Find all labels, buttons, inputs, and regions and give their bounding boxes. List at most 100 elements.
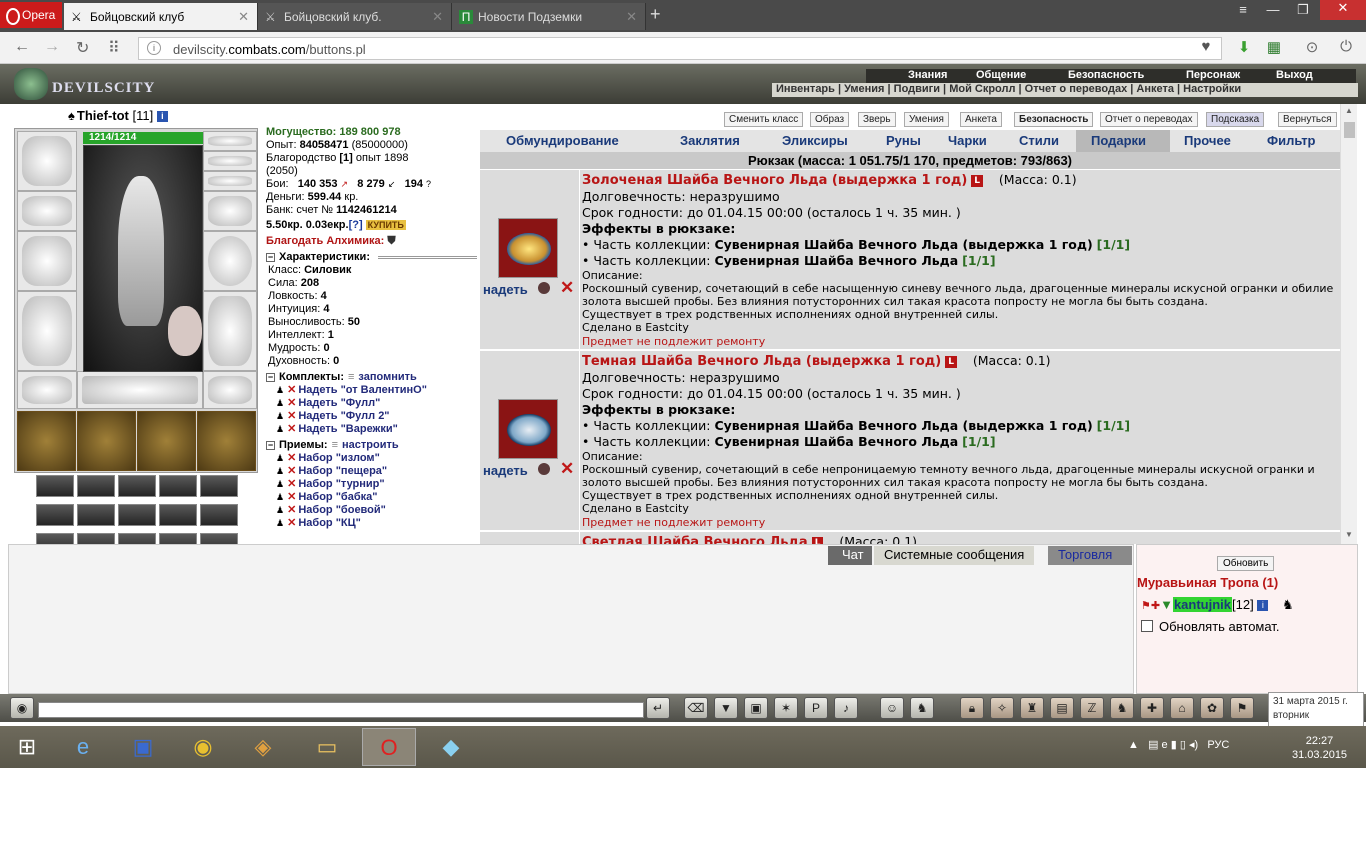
item-title[interactable]: Темная Шайба Вечного Льда (выдержка 1 го… [582,354,941,369]
close-icon[interactable]: ✕ [626,9,637,25]
set-item[interactable]: ♟ ✕ Надеть "Варежки" [276,423,481,436]
sets-header[interactable]: − Комплекты: ≡ запомнить [266,371,481,384]
item-title[interactable]: Светлая Шайба Вечного Льда [582,535,808,544]
trick-item[interactable]: ♟ ✕ Набор "турнир" [276,478,481,491]
house-icon[interactable]: ⌂ [1170,697,1194,719]
close-icon[interactable]: ✕ [238,9,249,25]
return-button[interactable]: Вернуться [1278,112,1337,127]
tab-gifts[interactable]: Подарки [1076,130,1170,152]
slot-runes[interactable] [77,371,203,409]
backpack-slot-4[interactable] [197,411,256,471]
backpack-slot-2[interactable] [77,411,136,471]
collapse-icon[interactable]: − [266,253,275,262]
item-image[interactable] [498,399,558,459]
security-button[interactable]: Безопасность [1014,112,1094,127]
skill-slot[interactable] [77,533,115,544]
ie-icon[interactable]: e [56,728,110,766]
sound-icon[interactable]: ♪ [834,697,858,719]
backpack-slot-1[interactable] [17,411,76,471]
tab-spells[interactable]: Заклятия [680,133,740,148]
set-link[interactable]: Надеть "от ВалентинО" [298,384,427,396]
close-window-icon[interactable]: ✕ [1320,0,1366,20]
image-button[interactable]: Образ [810,112,850,127]
delete-icon[interactable]: ✕ [287,517,296,529]
new-tab-button[interactable]: + [650,4,661,25]
skill-slot[interactable] [118,475,156,497]
set-link[interactable]: Надеть "Фулл" [298,397,380,409]
tab-news[interactable]: П Новости Подземки ✕ [452,3,646,30]
smile-icon[interactable]: ☺ [880,697,904,719]
slot-shield[interactable] [203,231,257,291]
eraser-icon[interactable]: ⌫ [684,697,708,719]
trick-link[interactable]: Набор "излом" [298,452,379,464]
delete-icon[interactable]: ✕ [287,410,296,422]
magic-icon[interactable]: ✧ [990,697,1014,719]
mount-icon[interactable]: ♞ [1110,697,1134,719]
character-name[interactable]: ♠ Thief-tot [11] i [68,108,168,123]
item-image[interactable] [498,218,558,278]
skills-button[interactable]: Умения [904,112,949,127]
delete-icon[interactable]: ✕ [287,478,296,490]
tray-ie-icon[interactable]: e [1162,739,1168,751]
trick-item[interactable]: ♟ ✕ Набор "КЦ" [276,517,481,530]
set-item[interactable]: ♟ ✕ Надеть "от ВалентинО" [276,384,481,397]
collapse-icon[interactable]: − [266,373,275,382]
pet-button[interactable]: Зверь [858,112,896,127]
hint-button[interactable]: Подсказка [1206,112,1265,127]
menu-exit[interactable]: Выход [1276,69,1313,81]
speaker-icon[interactable]: ◉ [10,697,34,719]
download-icon[interactable]: ⊙ [1302,38,1322,58]
extension-icon[interactable]: ▦ [1264,38,1284,58]
menu-character[interactable]: Персонаж [1186,69,1240,81]
put-on-link[interactable]: надеть [483,463,528,478]
collapse-icon[interactable]: − [266,441,275,450]
opera-taskbar-icon[interactable]: O [362,728,416,766]
tab-other[interactable]: Прочее [1184,133,1231,148]
heart-icon[interactable]: ♥ [1196,38,1216,58]
tricks-header[interactable]: − Приемы: ≡ настроить [266,439,481,452]
delete-icon[interactable]: ✕ [287,465,296,477]
forward-icon[interactable]: → [44,38,60,56]
tab-combats-2[interactable]: ⚔ Бойцовский клуб. ✕ [258,3,452,30]
delete-icon[interactable]: ✕ [287,452,296,464]
opera-menu-button[interactable]: Opera [0,2,62,28]
chat-area[interactable] [8,544,1134,694]
scroll-icon[interactable]: ℤ [1080,697,1104,719]
notes-icon[interactable]: ◆ [424,728,478,766]
sub-menu[interactable]: Инвентарь | Умения | Подвиги | Мой Скрол… [772,83,1358,97]
delete-icon[interactable]: ✕ [287,504,296,516]
tray-language[interactable]: РУС [1207,739,1229,751]
skill-slot[interactable] [200,533,238,544]
characteristics-header[interactable]: − Характеристики: [266,251,481,264]
maximize-icon[interactable]: ❐ [1288,2,1318,18]
scroll-down-icon[interactable]: ▼ [1345,530,1353,539]
set-link[interactable]: Надеть "Варежки" [298,423,397,435]
slot-gloves[interactable] [203,191,257,231]
slot-belt[interactable] [17,371,77,409]
tab-runes[interactable]: Руны [886,133,921,148]
tab-chat[interactable]: Чат [828,546,872,565]
tab-trade[interactable]: Торговля [1048,546,1132,565]
menu-security[interactable]: Безопасность [1068,69,1144,81]
trick-link[interactable]: Набор "турнир" [298,478,384,490]
trick-link[interactable]: Набор "боевой" [298,504,386,516]
delete-icon[interactable]: ✕ [287,423,296,435]
trick-item[interactable]: ♟ ✕ Набор "пещера" [276,465,481,478]
delete-icon[interactable]: ✕ [560,459,574,479]
download-arrow-icon[interactable]: ⬇ [1234,38,1254,58]
gift-icon[interactable] [538,282,550,294]
minimize-icon[interactable]: — [1258,2,1288,17]
speed-dial-icon[interactable]: ⠿ [108,38,120,58]
skill-slot[interactable] [159,533,197,544]
user-nick[interactable]: kantujnik [1172,597,1233,612]
tab-system-messages[interactable]: Системные сообщения [874,546,1035,565]
online-user[interactable]: ⚑✚▼kantujnik[12] i ♞ [1141,597,1294,613]
power-icon[interactable]: ⏻ [1336,38,1356,58]
folder-icon[interactable]: ▭ [300,728,354,766]
floppy-icon[interactable]: ▣ [116,728,170,766]
skill-slot[interactable] [200,504,238,526]
url-field[interactable]: i devilscity.combats.com/buttons.pl [138,37,1222,60]
page-scrollbar[interactable]: ▲ ▼ [1340,104,1357,544]
tab-filter[interactable]: Фильтр [1267,133,1316,148]
trick-item[interactable]: ♟ ✕ Набор "бабка" [276,491,481,504]
